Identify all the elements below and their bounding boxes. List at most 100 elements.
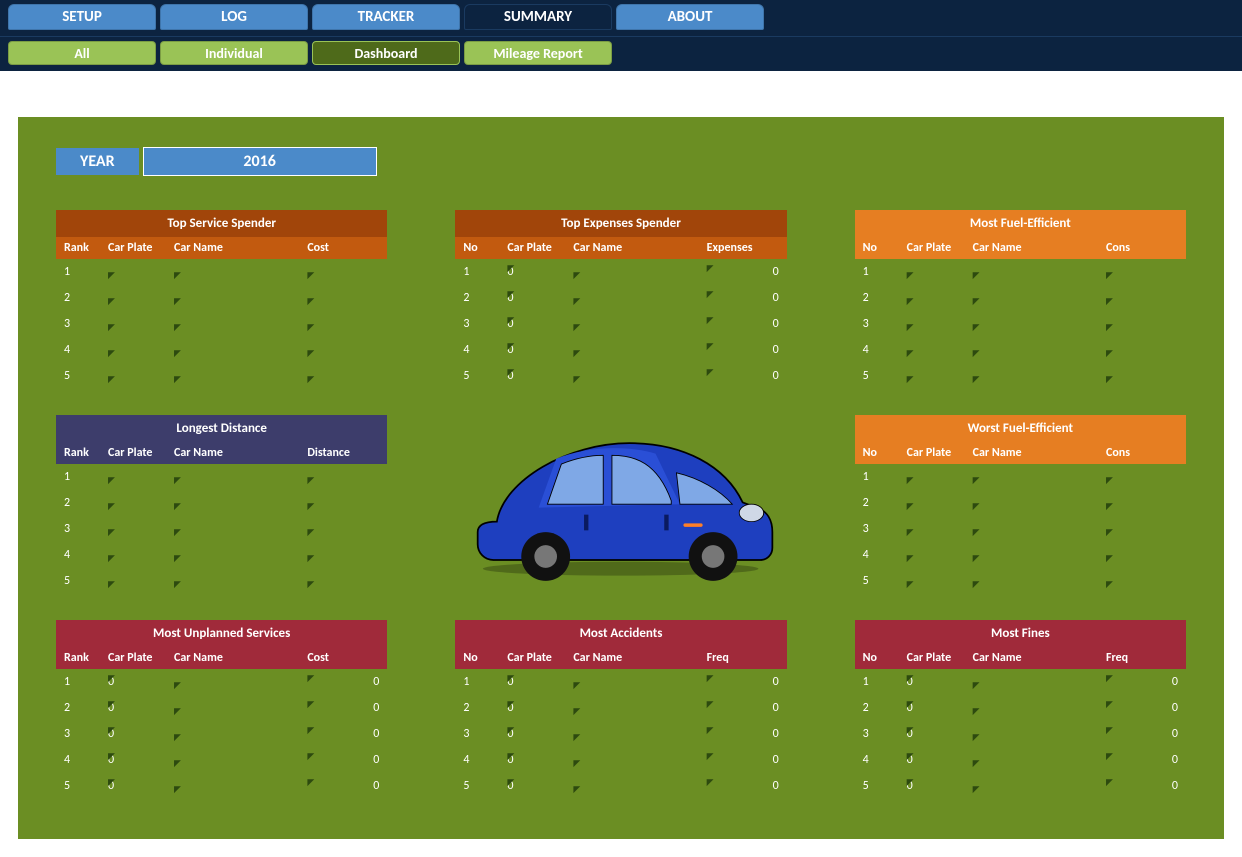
panel-body: 10◤◤0◤20◤◤0◤30◤◤0◤40◤◤0◤50◤◤0◤: [455, 669, 786, 799]
table-row: 5◤◤◤: [56, 568, 387, 594]
panel-top-service-spender: Top Service Spender Rank Car Plate Car N…: [56, 210, 387, 389]
cell: 5: [463, 779, 507, 793]
table-row: 4◤◤◤: [855, 542, 1186, 568]
panel-headers: No Car Plate Car Name Expenses: [455, 237, 786, 259]
col-cons: Cons: [1106, 241, 1178, 255]
table-row: 50◤◤0◤: [455, 363, 786, 389]
panel-title: Most Fuel-Efficient: [855, 210, 1186, 237]
col-freq: Freq: [707, 651, 779, 665]
cell: 0◤: [307, 727, 379, 741]
cell: 2: [863, 701, 907, 715]
cell: 5: [463, 369, 507, 383]
cell: 1: [64, 265, 108, 279]
panel-headers: No Car Plate Car Name Cons: [855, 442, 1186, 464]
panel-most-fuel-efficient: Most Fuel-Efficient No Car Plate Car Nam…: [855, 210, 1186, 389]
cell: 0◤: [707, 317, 779, 331]
tab-log[interactable]: LOG: [160, 4, 308, 30]
panel-body: 10◤◤0◤20◤◤0◤30◤◤0◤40◤◤0◤50◤◤0◤: [855, 669, 1186, 799]
cell: 1: [863, 265, 907, 279]
cell: 4: [863, 343, 907, 357]
cell: 0◤: [1106, 701, 1178, 715]
cell: 5: [863, 369, 907, 383]
col-plate: Car Plate: [108, 241, 174, 255]
cell: 3: [463, 727, 507, 741]
main-nav: SETUP LOG TRACKER SUMMARY ABOUT: [0, 0, 1242, 36]
car-illustration: [455, 415, 786, 594]
panel-headers: Rank Car Plate Car Name Cost: [56, 647, 387, 669]
col-cons: Cons: [1106, 446, 1178, 460]
col-cost: Cost: [307, 651, 379, 665]
col-no: No: [863, 446, 907, 460]
table-row: 10◤◤0◤: [455, 669, 786, 695]
panel-headers: No Car Plate Car Name Freq: [455, 647, 786, 669]
cell: 0◤: [507, 369, 573, 383]
subtab-individual[interactable]: Individual: [160, 41, 308, 65]
year-label: YEAR: [56, 148, 139, 175]
panel-headers: No Car Plate Car Name Cons: [855, 237, 1186, 259]
cell: 2: [863, 496, 907, 510]
cell: 2: [863, 291, 907, 305]
table-row: 40◤◤0◤: [455, 337, 786, 363]
cell: 1: [863, 470, 907, 484]
table-row: 5◤◤◤: [855, 363, 1186, 389]
cell: 0◤: [108, 779, 174, 793]
cell: 0◤: [707, 779, 779, 793]
table-row: 20◤◤0◤: [455, 695, 786, 721]
tab-about[interactable]: ABOUT: [616, 4, 764, 30]
col-freq: Freq: [1106, 651, 1178, 665]
cell: 3: [64, 317, 108, 331]
subtab-mileage-report[interactable]: Mileage Report: [464, 41, 612, 65]
cell: 0◤: [907, 701, 973, 715]
dashboard: YEAR 2016 Top Service Spender Rank Car P…: [18, 117, 1224, 839]
panel-body: 10◤◤0◤20◤◤0◤30◤◤0◤40◤◤0◤50◤◤0◤: [455, 259, 786, 389]
panel-title: Worst Fuel-Efficient: [855, 415, 1186, 442]
tab-setup[interactable]: SETUP: [8, 4, 156, 30]
col-expenses: Expenses: [707, 241, 779, 255]
table-row: 20◤◤0◤: [455, 285, 786, 311]
panel-top-expenses-spender: Top Expenses Spender No Car Plate Car Na…: [455, 210, 786, 389]
cell: 0◤: [707, 265, 779, 279]
year-selector: YEAR 2016: [56, 147, 1186, 176]
cell: 1: [463, 265, 507, 279]
col-plate: Car Plate: [907, 446, 973, 460]
cell: 2: [64, 291, 108, 305]
cell: 0◤: [907, 727, 973, 741]
panel-worst-fuel-efficient: Worst Fuel-Efficient No Car Plate Car Na…: [855, 415, 1186, 594]
table-row: 3◤◤◤: [56, 311, 387, 337]
cell: 1: [64, 470, 108, 484]
cell: 0◤: [507, 727, 573, 741]
col-plate: Car Plate: [108, 446, 174, 460]
cell: 5: [64, 779, 108, 793]
col-rank: Rank: [64, 651, 108, 665]
panel-body: 1◤◤◤2◤◤◤3◤◤◤4◤◤◤5◤◤◤: [56, 259, 387, 389]
panel-most-unplanned-services: Most Unplanned Services Rank Car Plate C…: [56, 620, 387, 799]
cell: 3: [863, 727, 907, 741]
panel-body: 10◤◤0◤20◤◤0◤30◤◤0◤40◤◤0◤50◤◤0◤: [56, 669, 387, 799]
col-name: Car Name: [174, 651, 307, 665]
cell: 3: [863, 522, 907, 536]
year-value[interactable]: 2016: [143, 147, 377, 176]
table-row: 2◤◤◤: [56, 490, 387, 516]
table-row: 5◤◤◤: [56, 363, 387, 389]
car-icon: [455, 417, 786, 591]
table-row: 10◤◤0◤: [855, 669, 1186, 695]
col-rank: Rank: [64, 446, 108, 460]
cell: 0◤: [707, 701, 779, 715]
table-row: 40◤◤0◤: [855, 747, 1186, 773]
subtab-dashboard[interactable]: Dashboard: [312, 41, 460, 65]
subtab-all[interactable]: All: [8, 41, 156, 65]
panel-most-fines: Most Fines No Car Plate Car Name Freq 10…: [855, 620, 1186, 799]
tab-tracker[interactable]: TRACKER: [312, 4, 460, 30]
tab-summary[interactable]: SUMMARY: [464, 4, 612, 30]
cell: 0◤: [507, 265, 573, 279]
cell: 5: [863, 574, 907, 588]
panel-title: Most Fines: [855, 620, 1186, 647]
cell: 2: [64, 701, 108, 715]
cell: 4: [463, 343, 507, 357]
col-no: No: [463, 241, 507, 255]
cell: 0◤: [307, 779, 379, 793]
col-name: Car Name: [973, 241, 1106, 255]
table-row: 1◤◤◤: [56, 259, 387, 285]
cell: 2: [463, 701, 507, 715]
table-row: 30◤◤0◤: [56, 721, 387, 747]
